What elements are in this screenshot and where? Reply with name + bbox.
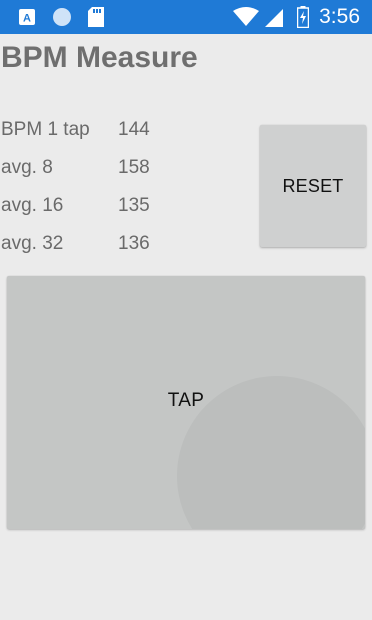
stat-label: BPM 1 tap bbox=[1, 119, 90, 140]
reset-button[interactable]: RESET bbox=[260, 125, 366, 247]
circle-icon bbox=[51, 0, 73, 34]
battery-charging-icon bbox=[296, 0, 310, 34]
sd-card-icon bbox=[87, 0, 105, 34]
stat-value: 144 bbox=[118, 119, 150, 140]
stat-value: 135 bbox=[118, 195, 150, 216]
stat-row-avg-8: avg. 8 158 bbox=[1, 152, 201, 190]
svg-text:A: A bbox=[23, 13, 31, 25]
stat-row-1-tap: BPM 1 tap 144 bbox=[1, 114, 201, 152]
status-bar: A 3:56 bbox=[0, 0, 372, 34]
stat-value: 136 bbox=[118, 233, 150, 254]
stat-label: avg. 32 bbox=[1, 233, 64, 254]
app-a-icon: A bbox=[18, 0, 36, 34]
tap-button-label: TAP bbox=[167, 390, 205, 411]
stat-value: 158 bbox=[118, 157, 150, 178]
clock: 3:56 bbox=[319, 5, 360, 28]
tap-button[interactable]: TAP bbox=[7, 276, 365, 529]
reset-button-label: RESET bbox=[282, 175, 344, 196]
stat-row-avg-16: avg. 16 135 bbox=[1, 190, 201, 228]
stat-label: avg. 8 bbox=[1, 157, 53, 178]
bpm-stats: BPM 1 tap 144 avg. 8 158 avg. 16 135 avg… bbox=[1, 114, 201, 266]
wifi-icon bbox=[232, 0, 260, 34]
signal-icon bbox=[264, 0, 284, 34]
stat-label: avg. 16 bbox=[1, 195, 64, 216]
stat-row-avg-32: avg. 32 136 bbox=[1, 228, 201, 266]
page-title: BPM Measure bbox=[1, 41, 198, 74]
